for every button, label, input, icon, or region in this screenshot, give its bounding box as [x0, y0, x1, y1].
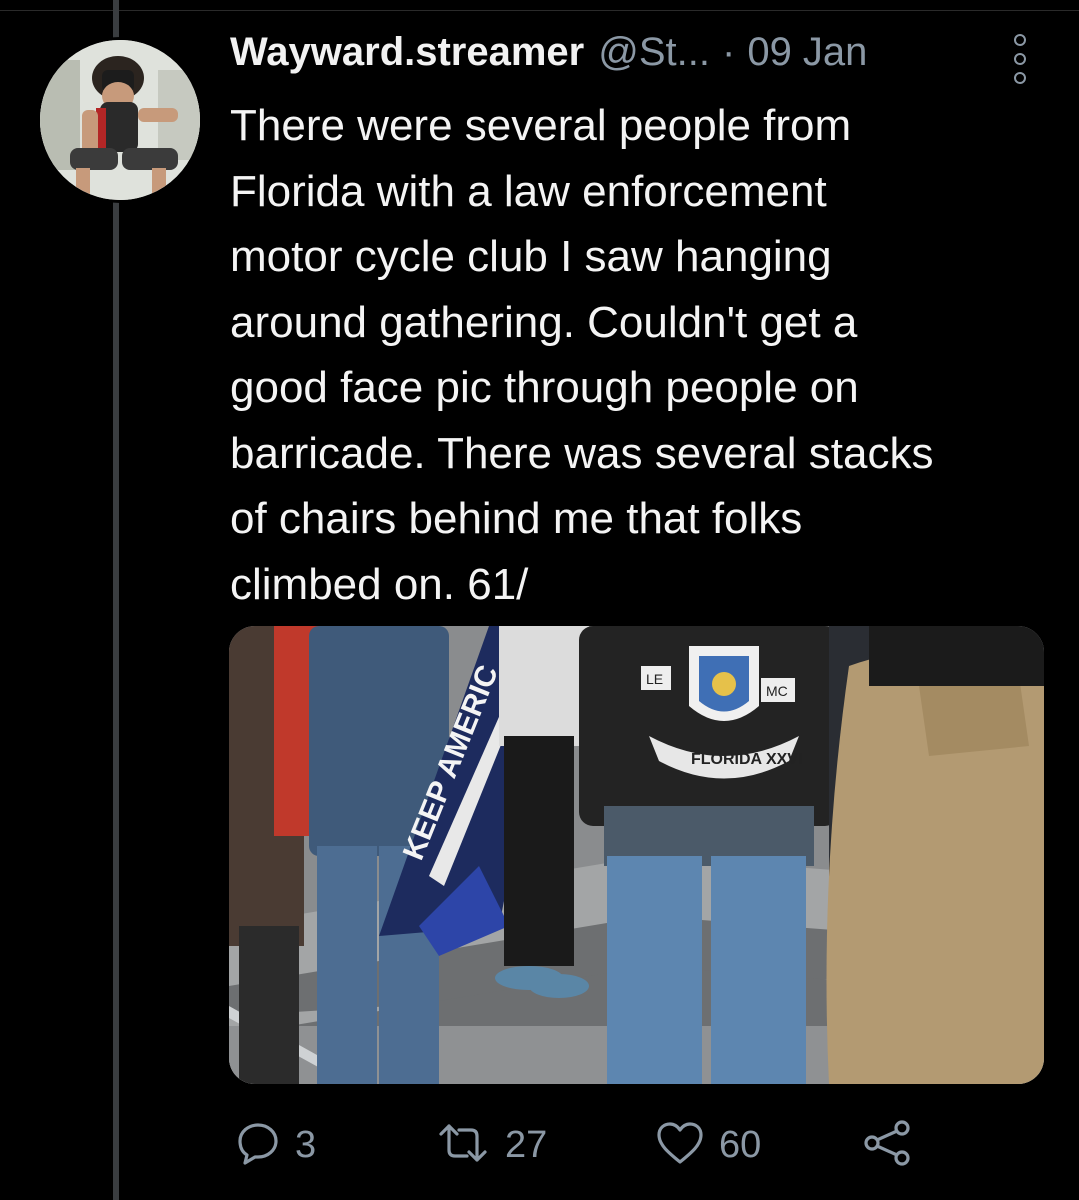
heart-icon [655, 1120, 705, 1171]
like-count: 60 [719, 1123, 762, 1166]
reply-icon [235, 1120, 281, 1171]
share-icon [862, 1118, 912, 1173]
like-button[interactable]: 60 [655, 1115, 761, 1175]
top-divider [0, 10, 1079, 11]
patch-left-letters: LE [646, 671, 663, 687]
tweet-media-image[interactable]: KEEP AMERIC FLORIDA XXVI LE MC [229, 626, 1044, 1084]
patch-rocker-text: FLORIDA XXVI [691, 751, 802, 768]
reply-count: 3 [295, 1123, 317, 1166]
retweet-button[interactable]: 27 [435, 1115, 547, 1175]
author-handle[interactable]: @St... [598, 30, 710, 75]
retweet-count: 27 [505, 1123, 548, 1166]
tweet-text: There were several people from Florida w… [230, 101, 934, 609]
tweet-date[interactable]: 09 Jan [747, 30, 867, 75]
tweet-header: Wayward.streamer @St... · 09 Jan [230, 30, 1070, 90]
retweet-icon [435, 1120, 491, 1171]
header-separator: · [722, 30, 736, 74]
avatar[interactable] [37, 37, 203, 203]
share-button[interactable] [862, 1115, 912, 1175]
author-name[interactable]: Wayward.streamer [230, 30, 584, 75]
more-icon[interactable] [1008, 34, 1032, 84]
tweet-actions-bar: 3 27 60 [230, 1115, 1050, 1175]
patch-right-letters: MC [766, 683, 788, 699]
reply-button[interactable]: 3 [235, 1115, 316, 1175]
